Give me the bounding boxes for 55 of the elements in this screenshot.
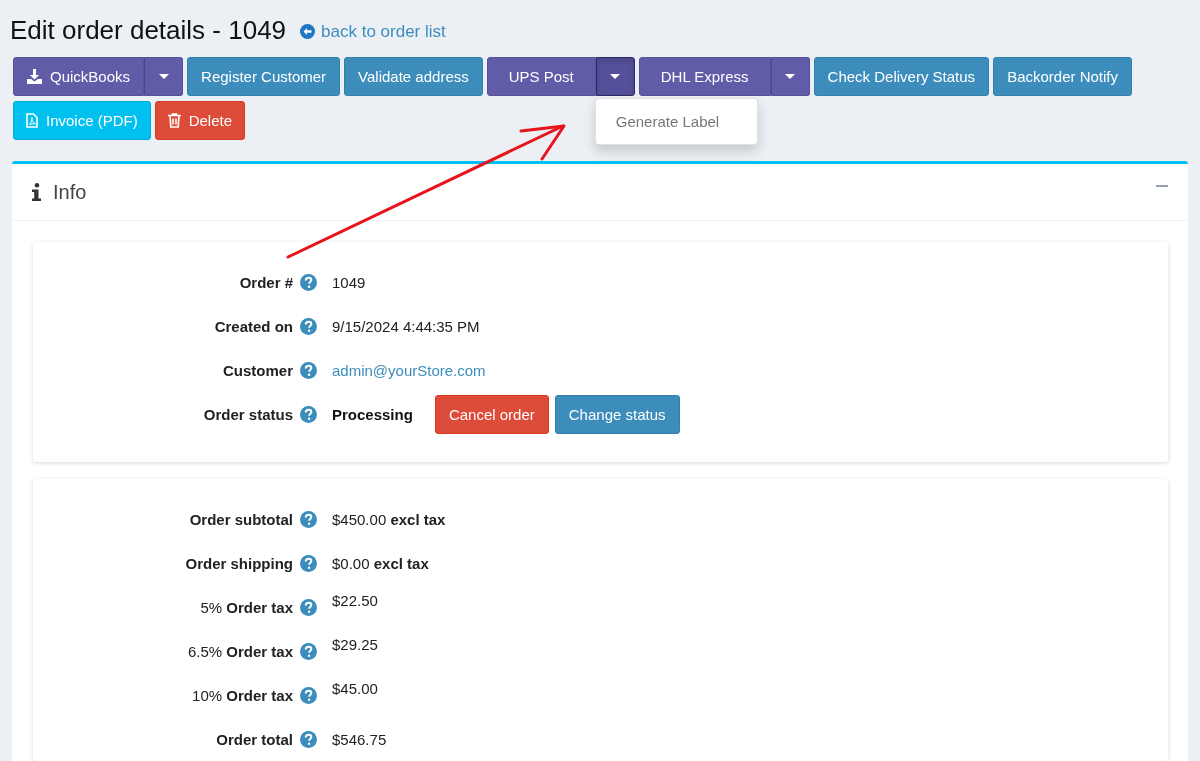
field-value: $546.75 <box>332 730 387 748</box>
field-label: Customer <box>222 361 293 379</box>
help-icon[interactable] <box>300 273 317 291</box>
field-value: 9/15/2024 4:44:35 PM <box>332 317 480 335</box>
toolbar-button[interactable]: UPS Post <box>486 57 596 96</box>
dropdown-toggle[interactable] <box>144 57 184 96</box>
document-icon <box>26 113 38 128</box>
trash-icon <box>167 113 181 128</box>
back-link[interactable]: back to order list <box>300 21 446 42</box>
help-icon[interactable] <box>300 686 317 704</box>
help-icon[interactable] <box>300 510 317 528</box>
field-value: $45.00 <box>332 680 378 697</box>
card-title: Info <box>53 180 87 204</box>
toolbar-button[interactable]: DHL Express <box>638 57 771 96</box>
dropdown-toggle[interactable] <box>595 57 635 96</box>
help-icon[interactable] <box>300 361 317 379</box>
field-value: $29.25 <box>332 636 378 653</box>
field-label: Order subtotal <box>188 510 293 528</box>
caret-icon <box>158 74 169 79</box>
page-title: Edit order details - 1049 <box>10 14 287 46</box>
toolbar-button[interactable]: Register Customer <box>187 57 341 96</box>
menu-item[interactable]: Generate Label <box>595 104 757 139</box>
toolbar-button[interactable]: QuickBooks <box>13 57 145 96</box>
toolbar-button[interactable]: Invoice (PDF) <box>13 101 151 140</box>
help-icon[interactable] <box>300 405 317 423</box>
field-value: 1049 <box>332 273 366 291</box>
help-icon[interactable] <box>300 730 317 748</box>
toolbar-button[interactable]: Backorder Notify <box>993 57 1132 96</box>
caret-icon <box>610 74 621 79</box>
field-value: $0.00 excl tax <box>332 554 429 572</box>
help-icon[interactable] <box>300 598 317 616</box>
status-value: Processing <box>332 405 413 423</box>
field-label: Order shipping <box>184 554 293 572</box>
download-icon <box>27 69 42 84</box>
field-value: $22.50 <box>332 592 378 609</box>
field-label: Order # <box>238 273 293 291</box>
status-button[interactable]: Change status <box>554 394 680 434</box>
caret-icon <box>785 74 796 79</box>
dropdown-toggle[interactable] <box>770 57 810 96</box>
toolbar-button[interactable]: Validate address <box>344 57 483 96</box>
help-icon[interactable] <box>300 642 317 660</box>
field-label: Order status <box>202 405 293 423</box>
field-label: Order total <box>215 730 293 748</box>
field-label: Created on <box>213 317 293 335</box>
field-value: $450.00 excl tax <box>332 510 446 528</box>
customer-link[interactable]: admin@yourStore.com <box>332 361 486 379</box>
status-button[interactable]: Cancel order <box>434 394 549 434</box>
toolbar-button[interactable]: Check Delivery Status <box>813 57 990 96</box>
info-icon <box>32 183 41 201</box>
help-icon[interactable] <box>300 317 317 335</box>
field-label: 6.5% Order tax <box>186 642 293 660</box>
help-icon[interactable] <box>300 554 317 572</box>
field-label: 10% Order tax <box>191 686 293 704</box>
toolbar-button[interactable]: Delete <box>154 101 246 140</box>
field-label: 5% Order tax <box>199 598 293 616</box>
